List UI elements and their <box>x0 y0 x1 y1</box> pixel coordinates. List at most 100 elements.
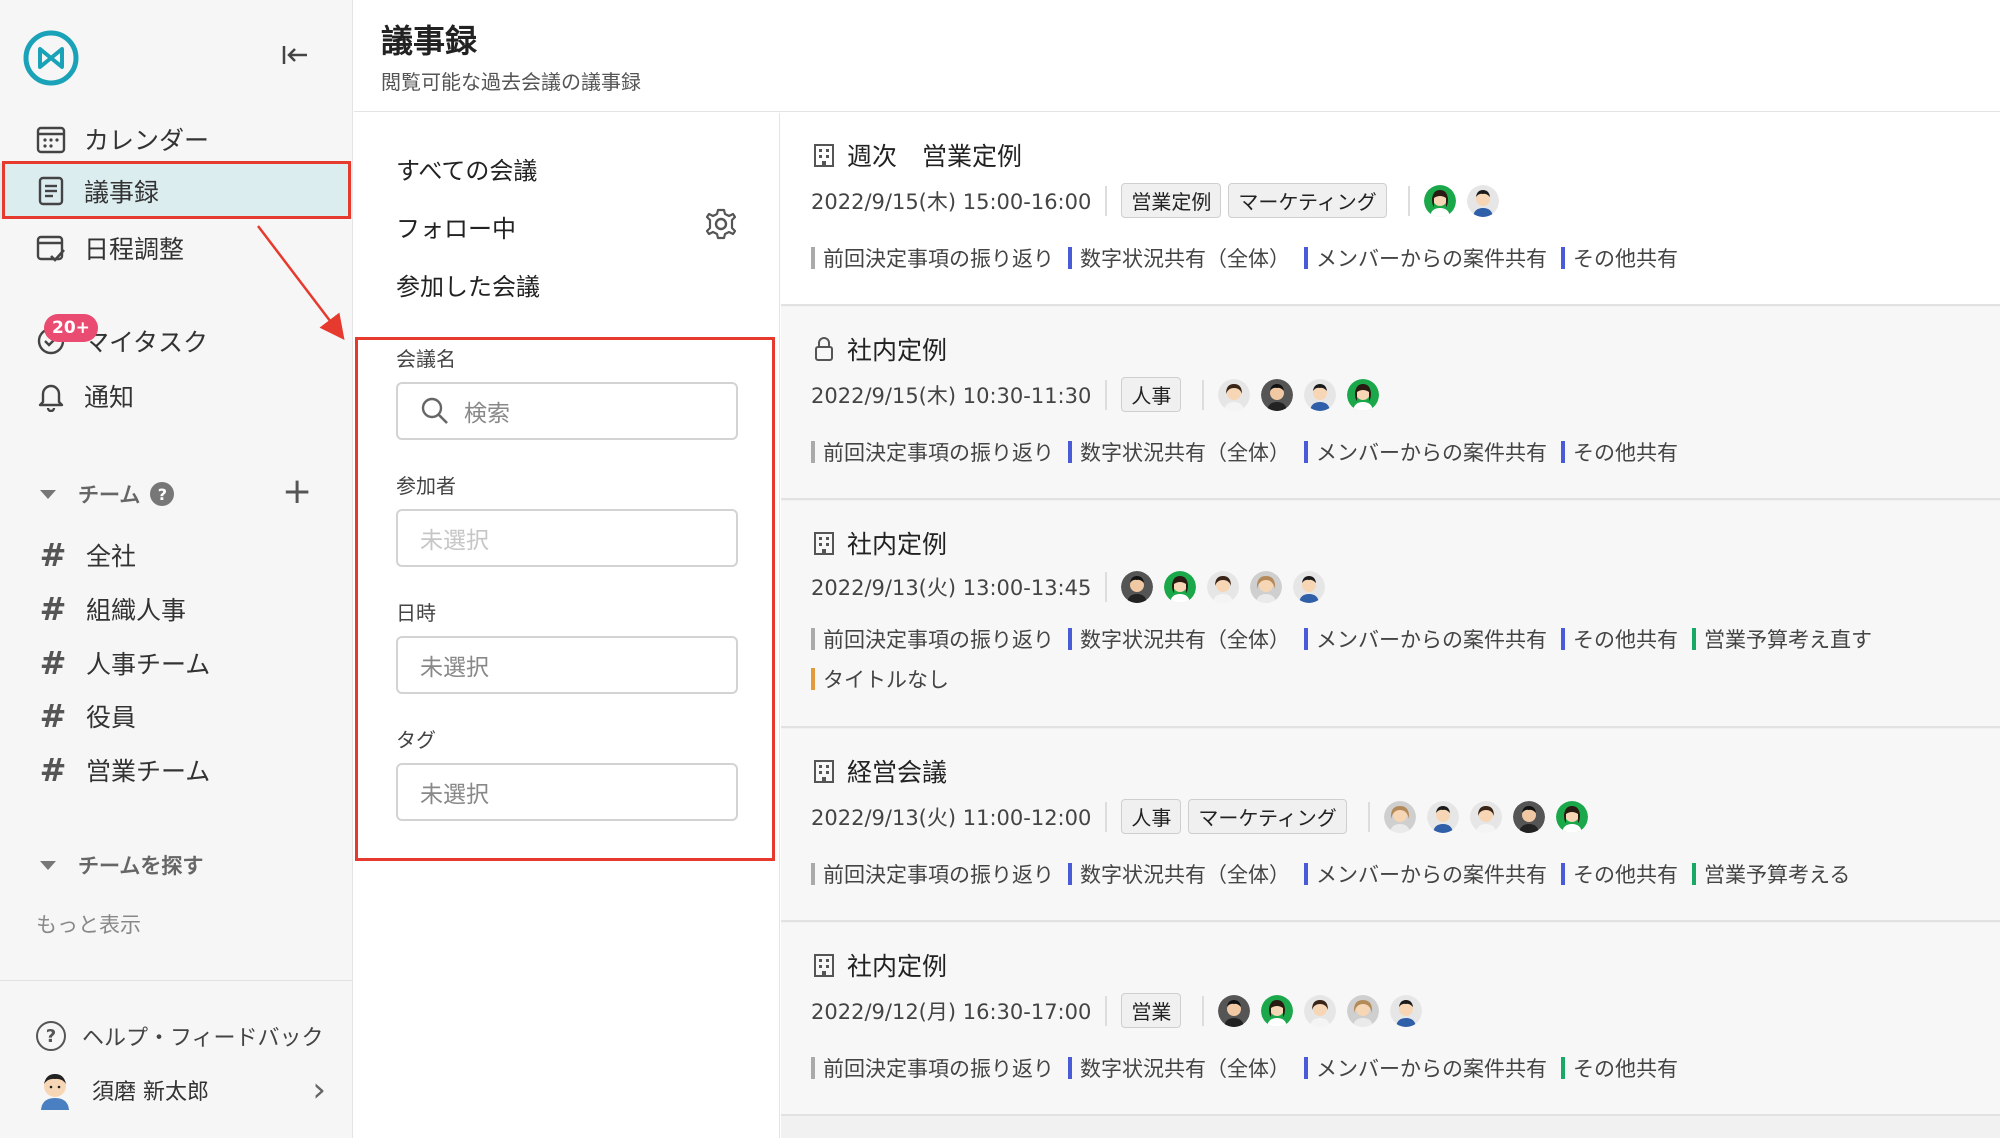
hash-icon: # <box>39 536 67 574</box>
meeting-tag[interactable]: 人事 <box>1121 377 1182 412</box>
participant-avatar <box>1512 800 1545 833</box>
agenda-text: 前回決定事項の振り返り <box>823 441 1054 465</box>
task-count-badge: 20+ <box>44 314 98 342</box>
meeting-meta: 2022/9/12(月) 16:30-17:00 営業 <box>811 993 1433 1028</box>
meeting-tag[interactable]: 営業 <box>1121 993 1182 1028</box>
nav-notifications[interactable]: 通知 <box>0 368 353 424</box>
participant-avatar <box>1390 994 1423 1027</box>
nav-calendar[interactable]: カレンダー <box>0 111 353 167</box>
show-more-link[interactable]: もっと表示 <box>36 909 141 939</box>
team-item[interactable]: # 組織人事 <box>36 590 186 628</box>
agenda-list: 前回決定事項の振り返り 数字状況共有（全体） メンバーからの案件共有 その他共有… <box>811 859 1991 889</box>
meeting-title-row: 社内定例 <box>811 331 947 367</box>
agenda-text: メンバーからの案件共有 <box>1316 247 1547 271</box>
meeting-tag[interactable]: 人事 <box>1121 799 1182 834</box>
team-item[interactable]: # 人事チーム <box>36 644 211 682</box>
collapse-sidebar-icon[interactable] <box>280 42 310 68</box>
meeting-card[interactable]: 経営会議 2022/9/13(火) 11:00-12:00 人事 マーケティング… <box>781 729 2000 922</box>
meeting-tag[interactable]: マーケティング <box>1228 183 1387 218</box>
agenda-item: メンバーからの案件共有 <box>1304 437 1547 467</box>
agenda-color-bar <box>811 1057 815 1079</box>
add-team-button[interactable]: + <box>282 474 312 510</box>
meeting-tag[interactable]: 営業定例 <box>1121 183 1222 218</box>
agenda-color-bar <box>811 247 815 269</box>
building-icon <box>814 760 834 783</box>
meeting-card[interactable]: 社内定例 2022/9/15(木) 10:30-11:30 人事 前回決定事項の… <box>781 307 2000 500</box>
teams-heading: チーム <box>78 483 141 507</box>
tag-select[interactable]: 未選択 <box>396 763 738 821</box>
meeting-card[interactable]: 社内定例 2022/9/12(月) 16:30-17:00 営業 前回決定事項の… <box>781 923 2000 1116</box>
agenda-text: 前回決定事項の振り返り <box>823 628 1054 652</box>
lock-icon <box>815 337 833 361</box>
filter-panel: すべての会議 フォロー中 参加した会議 会議名 検索 参加者 未選択 日時 未選… <box>354 113 780 1138</box>
agenda-item: メンバーからの案件共有 <box>1304 243 1547 273</box>
agenda-text: 前回決定事項の振り返り <box>823 247 1054 271</box>
participant-avatar <box>1121 571 1154 603</box>
agenda-text: タイトルなし <box>823 668 949 692</box>
agenda-text: 数字状況共有（全体） <box>1080 863 1290 887</box>
participant-avatar <box>1207 571 1240 603</box>
meeting-title-row: 経営会議 <box>811 753 947 789</box>
team-item[interactable]: # 営業チーム <box>36 751 211 789</box>
divider <box>1202 379 1205 410</box>
participants-select[interactable]: 未選択 <box>396 509 738 567</box>
team-item[interactable]: # 全社 <box>36 536 136 574</box>
participants-label: 参加者 <box>396 474 456 498</box>
meeting-search-input[interactable]: 検索 <box>396 382 738 440</box>
agenda-text: 営業予算考え直す <box>1704 628 1872 652</box>
meeting-title-row: 社内定例 <box>811 947 947 983</box>
meeting-title: 経営会議 <box>847 758 948 787</box>
nav-schedule[interactable]: 日程調整 <box>0 220 353 276</box>
hash-icon: # <box>39 751 67 789</box>
user-avatar <box>41 1074 69 1110</box>
agenda-color-bar <box>1068 863 1072 885</box>
datetime-label: 日時 <box>396 601 436 625</box>
agenda-text: その他共有 <box>1573 441 1678 465</box>
meeting-title-row: 週次 営業定例 <box>811 137 1022 173</box>
find-teams-toggle[interactable]: チームを探す <box>40 850 203 880</box>
meeting-title: 社内定例 <box>847 952 948 981</box>
filter-attended[interactable]: 参加した会議 <box>396 267 540 302</box>
filter-all-meetings[interactable]: すべての会議 <box>396 151 537 186</box>
participant-avatar <box>1304 378 1337 411</box>
participant-avatar <box>1261 994 1294 1027</box>
meeting-card[interactable]: 社内定例 2022/9/13(火) 13:00-13:45 前回決定事項の振り返… <box>781 501 2000 728</box>
sidebar: カレンダー 議事録 日程調整 マイタスク 20+ 通知 チーム ? + # 全社 <box>0 0 353 1138</box>
tag-value: 未選択 <box>420 782 489 808</box>
agenda-item: 営業予算考え直す <box>1692 624 1872 654</box>
meeting-datetime: 2022/9/15(木) 10:30-11:30 <box>811 383 1092 408</box>
agenda-item: 前回決定事項の振り返り <box>811 859 1054 889</box>
participant-avatar <box>1469 800 1502 833</box>
meeting-name-label: 会議名 <box>396 347 456 371</box>
team-label: 人事チーム <box>86 650 211 679</box>
agenda-list: 前回決定事項の振り返り 数字状況共有（全体） メンバーからの案件共有 その他共有 <box>811 437 1991 467</box>
help-icon[interactable]: ? <box>150 482 175 506</box>
gear-icon[interactable] <box>704 207 738 241</box>
meeting-tag[interactable]: マーケティング <box>1188 799 1347 834</box>
building-icon <box>814 954 834 977</box>
meeting-title: 週次 営業定例 <box>847 142 1023 171</box>
teams-section-toggle[interactable]: チーム ? <box>40 479 175 509</box>
agenda-item: 数字状況共有（全体） <box>1068 437 1290 467</box>
filter-following[interactable]: フォロー中 <box>396 209 516 244</box>
participant-avatar <box>1423 184 1456 217</box>
agenda-text: メンバーからの案件共有 <box>1316 863 1547 887</box>
page-header: 議事録 閲覧可能な過去会議の議事録 <box>354 0 2000 112</box>
help-feedback-link[interactable]: ? ヘルプ・フィードバック <box>36 1020 324 1052</box>
agenda-color-bar <box>1561 1057 1565 1079</box>
nav-my-tasks-label: マイタスク <box>84 328 209 357</box>
agenda-color-bar <box>811 668 815 690</box>
meeting-datetime: 2022/9/15(木) 15:00-16:00 <box>811 189 1092 214</box>
meeting-card[interactable]: 週次 営業定例 2022/9/15(木) 15:00-16:00 営業定例 マー… <box>781 113 2000 306</box>
agenda-item: 数字状況共有（全体） <box>1068 243 1290 273</box>
team-label: 組織人事 <box>86 596 187 625</box>
app-logo-icon[interactable] <box>22 29 80 87</box>
user-menu[interactable]: 須磨 新太郎 › <box>36 1070 326 1110</box>
team-item[interactable]: # 役員 <box>36 697 136 735</box>
datetime-select[interactable]: 未選択 <box>396 636 738 694</box>
agenda-item: 数字状況共有（全体） <box>1068 624 1290 654</box>
participant-avatar <box>1383 800 1416 833</box>
agenda-color-bar <box>1068 1057 1072 1079</box>
nav-schedule-label: 日程調整 <box>84 235 185 264</box>
agenda-color-bar <box>1561 441 1565 463</box>
